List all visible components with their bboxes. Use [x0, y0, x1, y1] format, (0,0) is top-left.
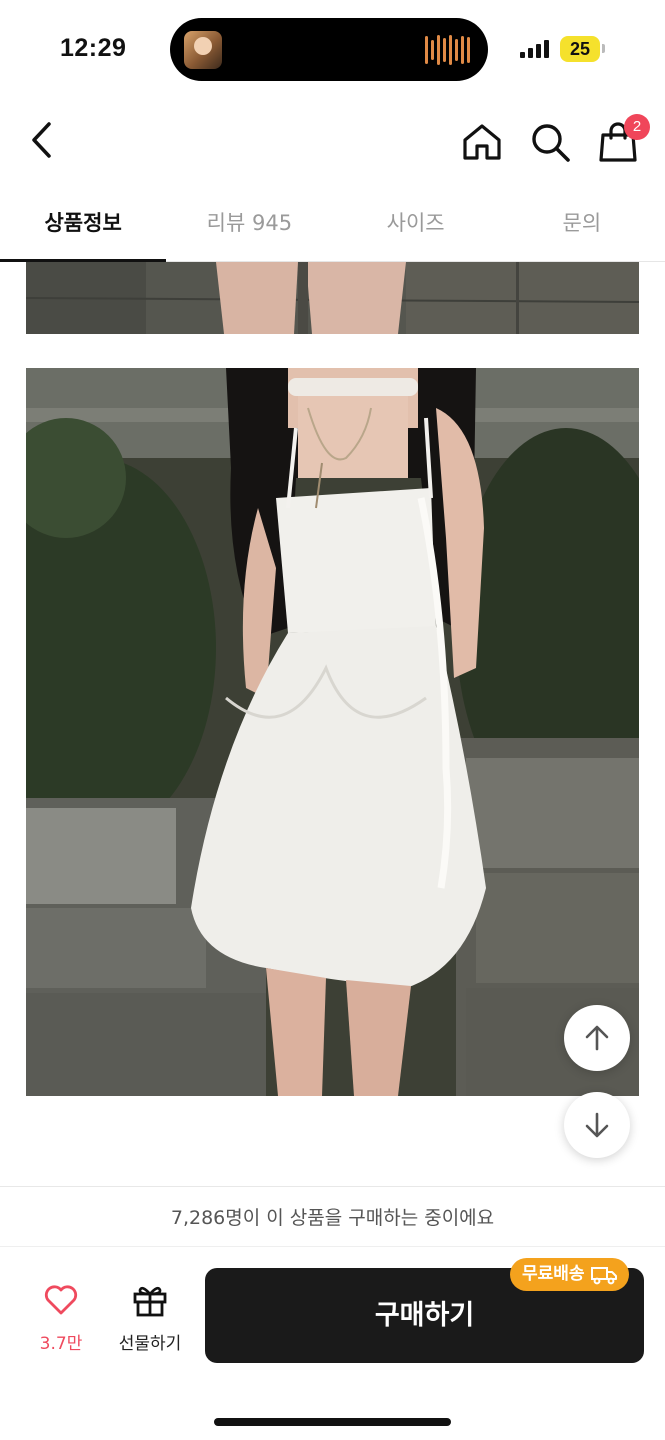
- like-count: 3.7만: [39, 1334, 83, 1354]
- tab-product-info[interactable]: 상품정보: [0, 185, 167, 262]
- product-photo-partial: [26, 262, 639, 334]
- back-button[interactable]: [20, 118, 64, 162]
- free-shipping-label: 무료배송: [522, 1264, 585, 1284]
- home-icon: [463, 124, 501, 160]
- gift-button[interactable]: 선물하기: [110, 1283, 190, 1354]
- tab-inquiry[interactable]: 문의: [499, 185, 665, 261]
- like-button[interactable]: 3.7만: [26, 1283, 96, 1354]
- heart-icon: [44, 1285, 78, 1315]
- tab-size[interactable]: 사이즈: [333, 185, 499, 261]
- top-navigation: 2: [0, 100, 665, 185]
- status-bar: 12:29 25: [0, 0, 665, 100]
- battery-tip: [602, 44, 605, 53]
- arrow-up-icon: [585, 1025, 609, 1051]
- search-button[interactable]: [526, 118, 574, 166]
- cart-count-badge: 2: [624, 114, 650, 140]
- gift-label: 선물하기: [118, 1334, 182, 1354]
- buying-now-notice: 7,286명이 이 상품을 구매하는 중이에요: [0, 1187, 665, 1247]
- product-tabs: 상품정보 리뷰 945 사이즈 문의: [0, 185, 665, 262]
- purchase-bar: 7,286명이 이 상품을 구매하는 중이에요 3.7만 선물하기 구매하기 무…: [0, 1186, 665, 1440]
- chevron-left-icon: [32, 122, 51, 158]
- scroll-to-bottom-button[interactable]: [564, 1092, 630, 1158]
- scroll-to-top-button[interactable]: [564, 1005, 630, 1071]
- arrow-down-icon: [585, 1112, 609, 1138]
- home-indicator[interactable]: [214, 1418, 451, 1426]
- free-shipping-badge: 무료배송: [510, 1258, 629, 1291]
- cellular-signal-icon: [520, 40, 549, 58]
- waveform-icon: [425, 34, 470, 66]
- battery-indicator: 25: [560, 36, 600, 62]
- dynamic-island[interactable]: [170, 18, 488, 81]
- status-time: 12:29: [60, 34, 127, 62]
- truck-icon: [590, 1266, 617, 1284]
- gift-icon: [133, 1286, 167, 1317]
- product-photo-main: [26, 368, 639, 1096]
- search-icon: [532, 124, 570, 162]
- home-button[interactable]: [458, 118, 506, 166]
- now-playing-artwork: [184, 31, 222, 69]
- tab-reviews[interactable]: 리뷰 945: [166, 185, 332, 261]
